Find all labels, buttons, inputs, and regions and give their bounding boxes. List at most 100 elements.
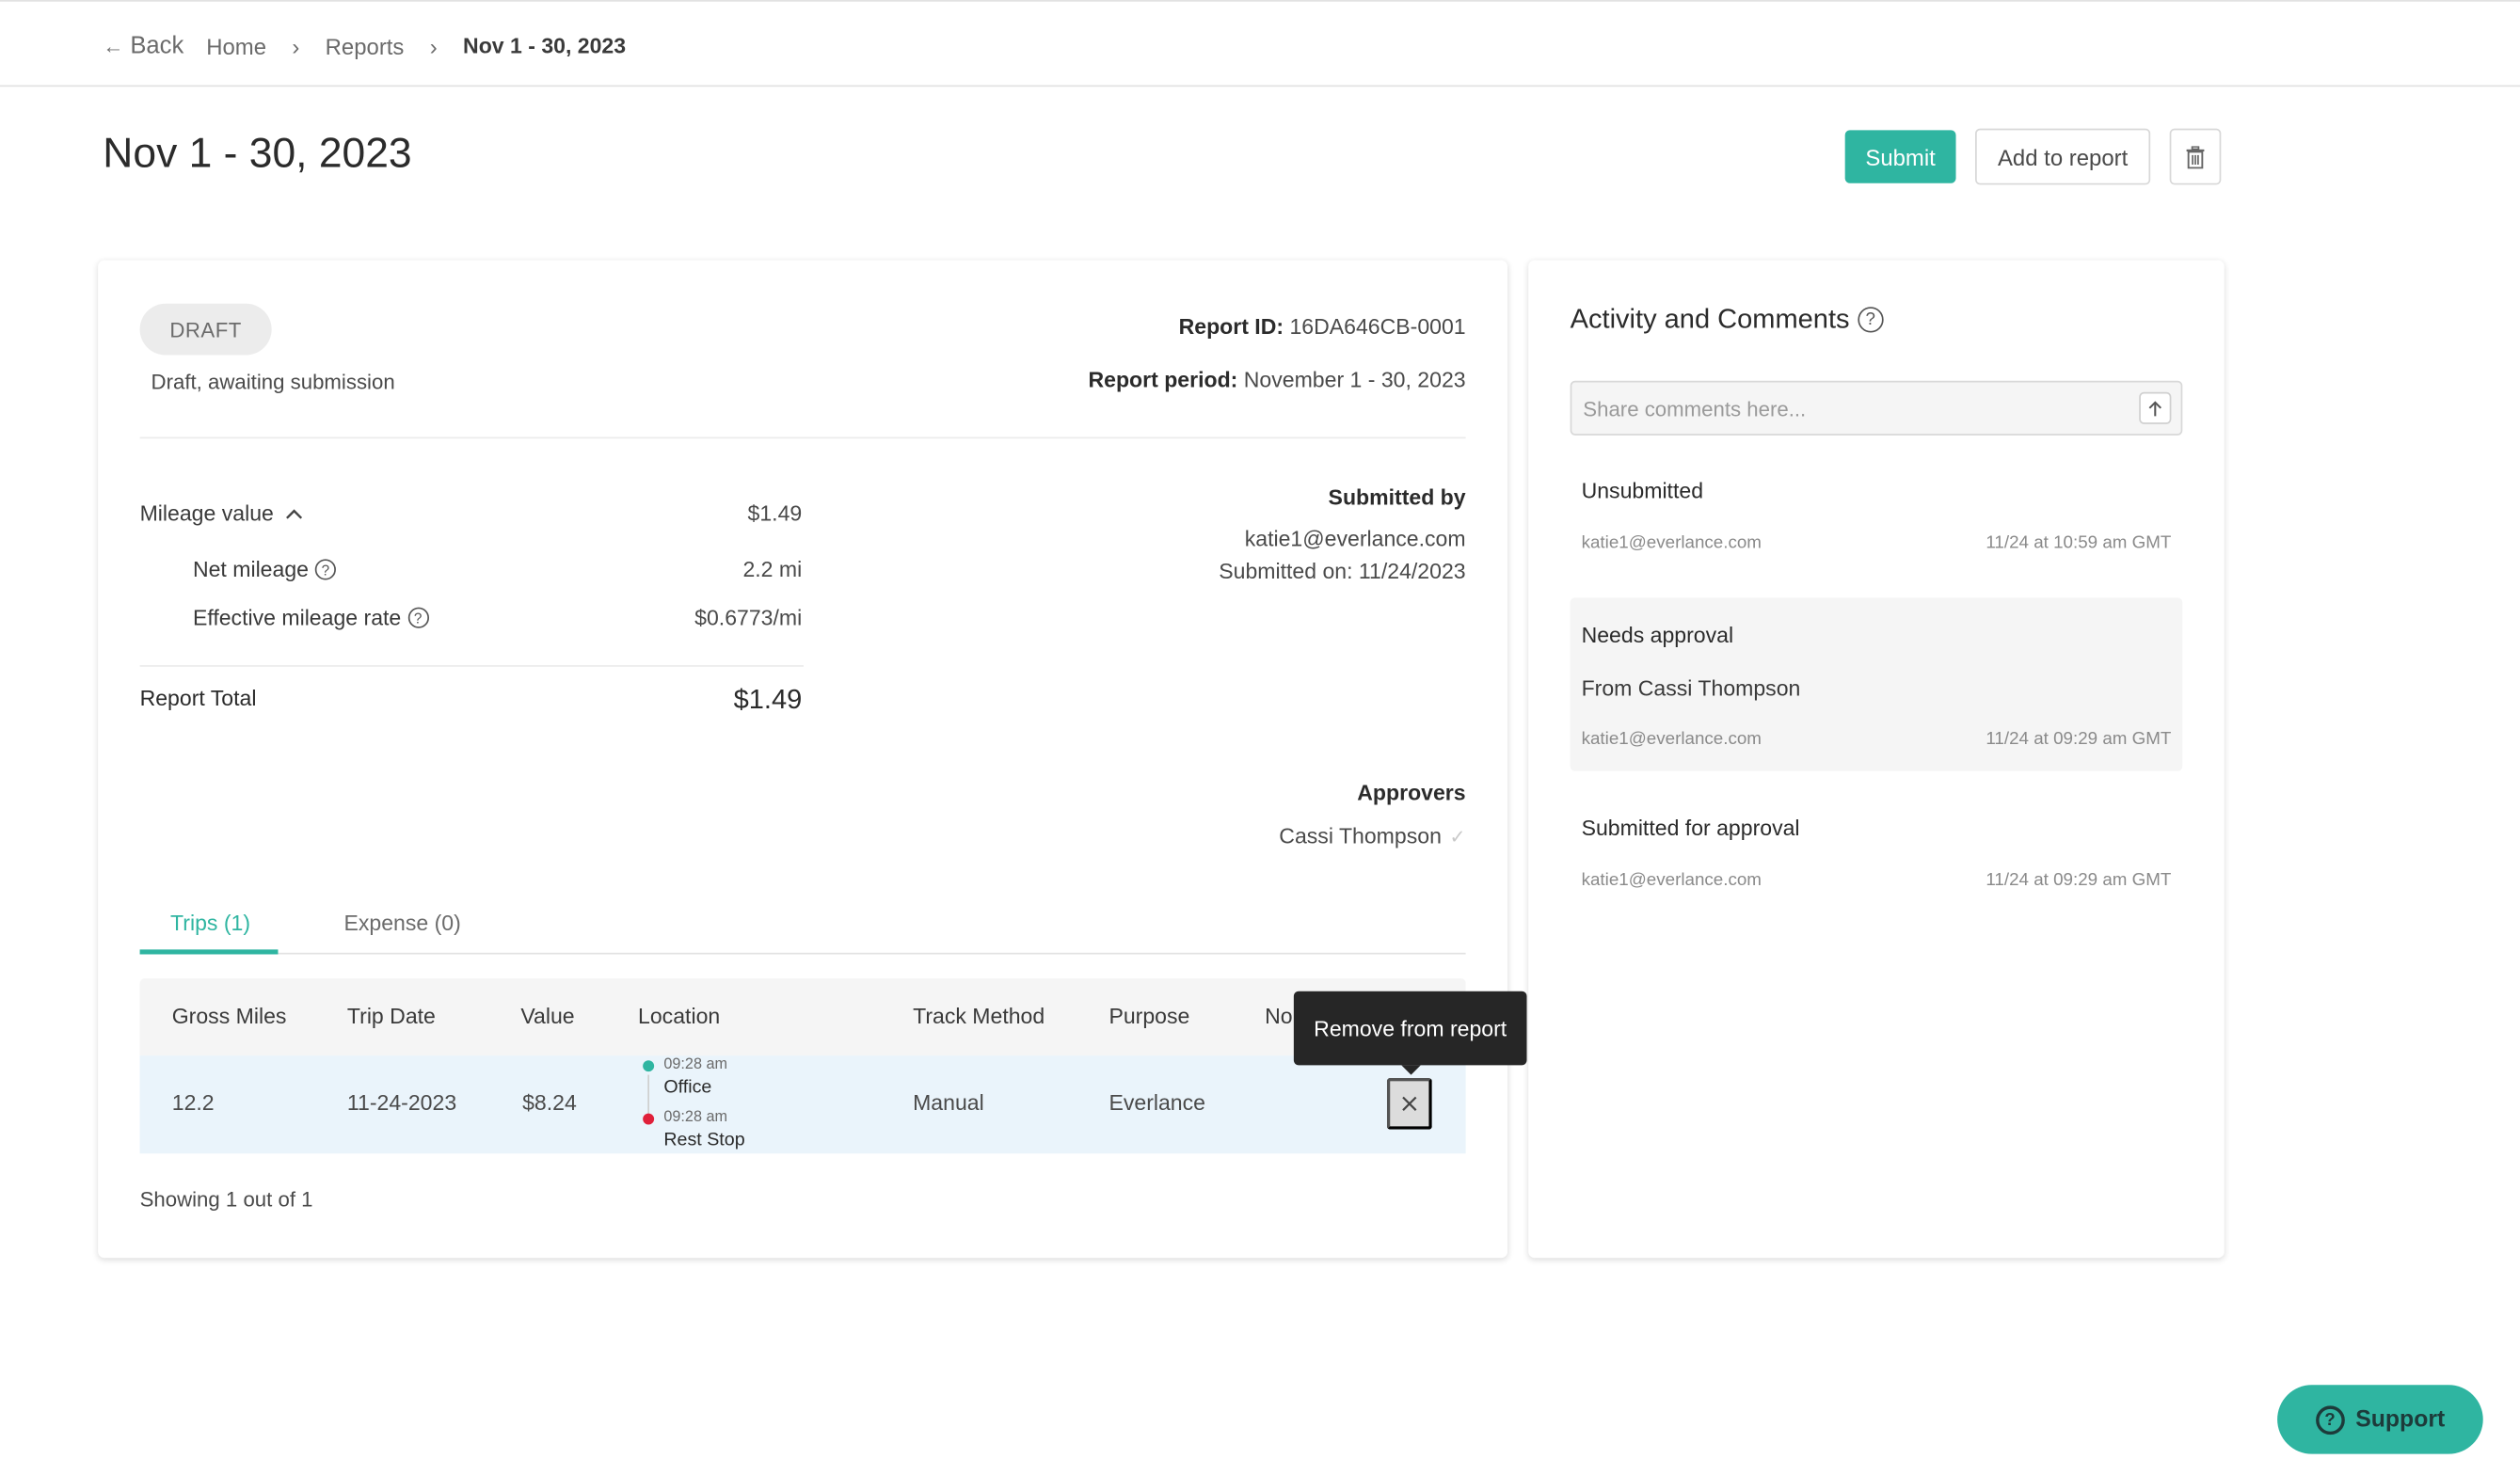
- column-header[interactable]: Track Method: [913, 1004, 1045, 1028]
- value-cell: $8.24: [522, 1090, 577, 1116]
- report-total-label: Report Total: [139, 686, 257, 710]
- column-header[interactable]: Location: [638, 1004, 720, 1028]
- delete-button[interactable]: [2169, 128, 2222, 185]
- route-line: [647, 1074, 649, 1117]
- trip-date-cell: 11-24-2023: [346, 1090, 457, 1116]
- report-id: Report ID: 16DA646CB-0001: [1179, 315, 1466, 340]
- send-comment-button[interactable]: [2139, 391, 2172, 424]
- back-label: Back: [130, 32, 184, 60]
- tab-trips[interactable]: Trips (1): [170, 911, 250, 935]
- back-link[interactable]: ← Back: [103, 32, 183, 59]
- status-badge: DRAFT: [139, 303, 272, 356]
- close-icon: [1402, 1096, 1417, 1111]
- activity-item-title: Submitted for approval: [1581, 816, 1800, 841]
- mileage-value-toggle[interactable]: Mileage value: [139, 500, 305, 526]
- mileage-rate-value: $0.6773/mi: [694, 605, 803, 630]
- breadcrumb-home[interactable]: Home: [206, 33, 266, 58]
- help-icon[interactable]: ?: [1858, 307, 1884, 333]
- tabs: Trips (1) Expense (0): [139, 895, 1466, 955]
- net-mileage-label: Net mileage: [192, 557, 309, 582]
- column-header[interactable]: Purpose: [1108, 1004, 1189, 1028]
- end-time: 09:28 am: [663, 1108, 728, 1127]
- approver-name: Cassi Thompson: [1279, 824, 1442, 849]
- activity-item-time: 11/24 at 09:29 am GMT: [1986, 870, 2172, 891]
- track-method-cell: Manual: [913, 1090, 984, 1116]
- column-header[interactable]: Value: [520, 1004, 574, 1028]
- table-header: Gross Miles Trip Date Value Location Tra…: [139, 978, 1466, 1056]
- submitted-on: Submitted on: 11/24/2023: [1219, 559, 1466, 583]
- help-icon[interactable]: ?: [407, 607, 429, 628]
- activity-item-subtitle: From Cassi Thompson: [1581, 676, 1801, 701]
- breadcrumb-current: Nov 1 - 30, 2023: [463, 33, 627, 58]
- net-mileage-value: 2.2 mi: [742, 557, 803, 582]
- location-cell: 09:28 am Office 09:28 am Rest Stop: [641, 1055, 866, 1153]
- chevron-right-icon: ›: [292, 33, 300, 59]
- mileage-value: $1.49: [747, 500, 803, 526]
- activity-card: Activity and Comments ? Unsubmitted kati…: [1528, 260, 2225, 1259]
- report-period-label: Report period:: [1088, 368, 1238, 392]
- activity-item-email: katie1@everlance.com: [1581, 729, 1762, 749]
- activity-item-email: katie1@everlance.com: [1581, 870, 1762, 891]
- activity-item: Needs approval From Cassi Thompson katie…: [1570, 597, 2183, 771]
- support-button[interactable]: ? Support: [2277, 1385, 2483, 1454]
- arrow-up-icon: [2148, 400, 2162, 416]
- start-place: Office: [663, 1078, 712, 1098]
- activity-item-title: Unsubmitted: [1581, 478, 1704, 503]
- divider: [139, 436, 1466, 439]
- submitted-by-label: Submitted by: [1328, 484, 1466, 510]
- remove-tooltip: Remove from report: [1293, 991, 1527, 1075]
- submit-button[interactable]: Submit: [1844, 130, 1956, 183]
- help-circle-icon: ?: [2315, 1404, 2345, 1435]
- add-to-report-button[interactable]: Add to report: [1975, 128, 2151, 185]
- activity-item-email: katie1@everlance.com: [1581, 533, 1762, 553]
- column-header[interactable]: Gross Miles: [172, 1004, 287, 1028]
- breadcrumb-reports[interactable]: Reports: [326, 33, 405, 58]
- tab-expense[interactable]: Expense (0): [343, 911, 460, 935]
- approvers-label: Approvers: [1357, 781, 1466, 805]
- start-dot-icon: [643, 1060, 655, 1072]
- check-icon: ✓: [1449, 825, 1466, 848]
- mileage-rate-row: Effective mileage rate ?: [192, 605, 429, 630]
- column-header[interactable]: No: [1265, 1004, 1292, 1028]
- app-frame: ← Back Home › Reports › Nov 1 - 30, 2023…: [0, 0, 2520, 1470]
- activity-title-row: Activity and Comments ?: [1571, 304, 1884, 336]
- mileage-rate-label: Effective mileage rate: [192, 605, 402, 630]
- report-period: Report period: November 1 - 30, 2023: [1088, 368, 1465, 392]
- gross-miles-cell: 12.2: [171, 1090, 215, 1116]
- breadcrumb: ← Back Home › Reports › Nov 1 - 30, 2023: [103, 32, 626, 59]
- activity-title: Activity and Comments: [1570, 303, 1850, 335]
- report-id-label: Report ID:: [1178, 314, 1284, 340]
- divider: [139, 665, 804, 667]
- table-row[interactable]: 12.2 11-24-2023 $8.24 09:28 am Office 09…: [139, 1055, 1466, 1154]
- page-title: Nov 1 - 30, 2023: [103, 128, 412, 177]
- pagination-text: Showing 1 out of 1: [139, 1187, 313, 1212]
- trash-icon: [2186, 145, 2205, 168]
- report-card: DRAFT Draft, awaiting submission Report …: [98, 260, 1508, 1259]
- start-time: 09:28 am: [663, 1055, 728, 1073]
- arrow-left-icon: ←: [103, 33, 124, 58]
- mileage-value-label: Mileage value: [139, 500, 274, 526]
- support-label: Support: [2355, 1406, 2446, 1433]
- chevron-up-icon: [286, 508, 303, 518]
- help-icon[interactable]: ?: [314, 559, 337, 580]
- report-id-value: 16DA646CB-0001: [1289, 314, 1466, 340]
- net-mileage-row: Net mileage ?: [192, 557, 337, 582]
- activity-item: Unsubmitted katie1@everlance.com 11/24 a…: [1571, 466, 2183, 568]
- chevron-right-icon: ›: [429, 33, 438, 59]
- approver: Cassi Thompson ✓: [1279, 824, 1465, 849]
- status-text: Draft, awaiting submission: [151, 369, 395, 394]
- top-bar: ← Back Home › Reports › Nov 1 - 30, 2023: [0, 0, 2520, 87]
- end-place: Rest Stop: [663, 1131, 745, 1150]
- report-total-value: $1.49: [733, 684, 803, 716]
- column-header[interactable]: Trip Date: [347, 1004, 436, 1028]
- purpose-cell: Everlance: [1108, 1090, 1206, 1116]
- end-dot-icon: [643, 1113, 655, 1125]
- report-period-value: November 1 - 30, 2023: [1243, 368, 1466, 392]
- activity-item-time: 11/24 at 09:29 am GMT: [1986, 729, 2172, 749]
- submitted-by-email: katie1@everlance.com: [1244, 527, 1466, 551]
- activity-item-time: 11/24 at 10:59 am GMT: [1986, 533, 2172, 553]
- activity-item-title: Needs approval: [1581, 623, 1734, 648]
- remove-from-report-button[interactable]: [1386, 1078, 1432, 1130]
- comment-input[interactable]: [1570, 380, 2183, 436]
- activity-item: Submitted for approval katie1@everlance.…: [1571, 803, 2183, 906]
